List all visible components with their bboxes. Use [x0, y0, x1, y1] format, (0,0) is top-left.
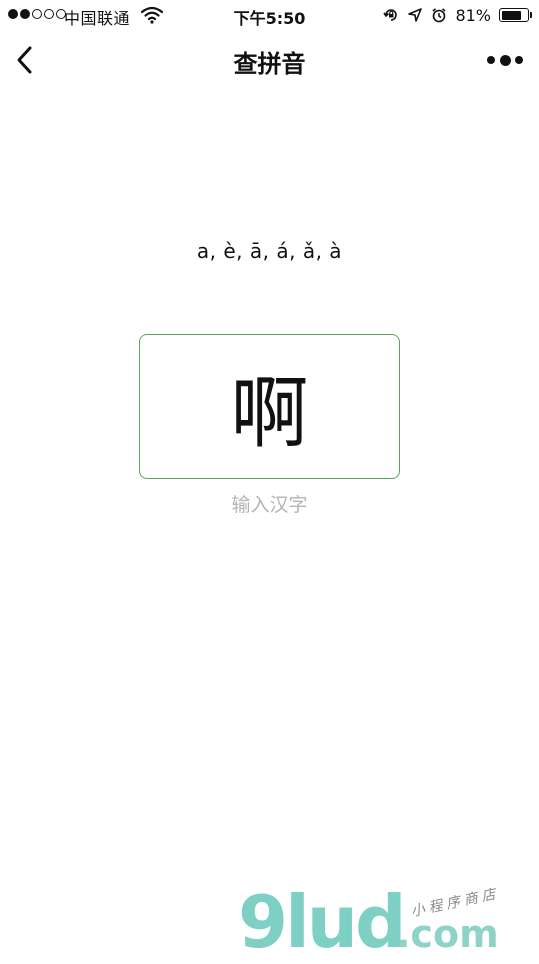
battery-percent: 81% [455, 5, 491, 25]
page-title: 查拼音 [233, 50, 306, 78]
more-dots-icon [487, 56, 495, 64]
battery-level-fill [501, 10, 521, 20]
watermark-domain: .com [396, 912, 499, 956]
pinyin-result: a, è, ā, á, ǎ, à [196, 239, 343, 263]
more-button[interactable] [487, 52, 523, 68]
watermark-logo: 9lud [238, 880, 407, 964]
character-input[interactable] [140, 361, 399, 452]
battery-icon [499, 8, 532, 22]
character-input-box[interactable] [139, 334, 400, 479]
alarm-icon [432, 8, 446, 23]
status-right-icons: 81% [383, 5, 532, 25]
status-bar: 中国联通 下午5:50 81% [0, 0, 539, 30]
navigation-bar: 查拼音 [0, 30, 539, 90]
input-hint: 输入汉字 [231, 494, 308, 516]
orientation-lock-icon [383, 9, 398, 21]
watermark: 9lud 小程序商店 .com [238, 880, 538, 964]
location-icon [408, 8, 423, 22]
more-dots-icon [515, 56, 523, 64]
more-dots-icon [499, 54, 511, 66]
